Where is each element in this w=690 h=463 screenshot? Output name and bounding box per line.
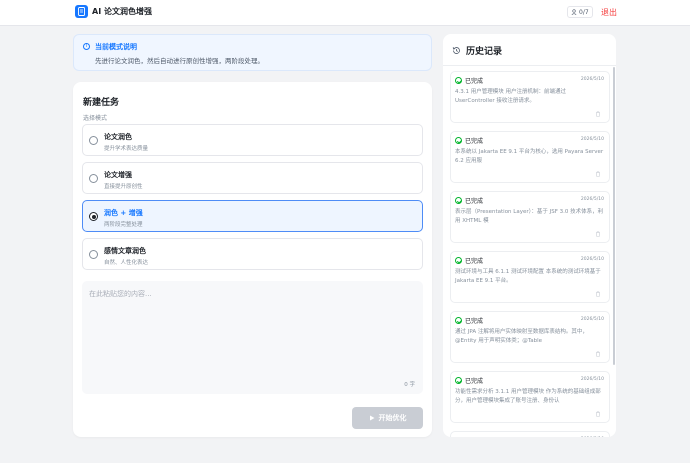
history-date: 2026/5/10 [580, 197, 604, 202]
history-snippet: 表示层（Presentation Layer）：基于 JSF 3.0 技术体系，… [455, 209, 604, 224]
content-input[interactable]: 在此粘贴您的内容... 0 字 [82, 281, 423, 394]
history-item[interactable]: 已完成 2026/5/10 通过 JPA 注解将用户实体映射至数据库表结构。其中，@… [450, 311, 610, 363]
radio-button[interactable] [89, 250, 98, 259]
notice-title: 当前模式说明 [95, 43, 137, 51]
check-circle-icon [455, 77, 462, 84]
status: 已完成 [455, 376, 483, 385]
status: 已完成 [455, 196, 483, 205]
radio-button-selected[interactable] [89, 212, 98, 221]
logout-button[interactable]: 退出 [601, 7, 617, 18]
task-title: 新建任务 [83, 98, 120, 108]
start-optimize-button[interactable]: 开始优化 [352, 407, 423, 429]
trash-icon[interactable] [595, 231, 601, 237]
status: 已完成 [455, 316, 483, 325]
history-item[interactable]: 已完成 2026/5/10 表示层（Presentation Layer）：基于 J… [450, 191, 610, 243]
status-text: 已完成 [465, 78, 484, 85]
history-snippet: 4.3.1 用户管理模块 用户注册机制：前端通过UserController 接… [455, 89, 566, 104]
check-circle-icon [455, 377, 462, 384]
option-title: 感情文章润色 [104, 247, 146, 255]
option-desc: 直接提升原创性 [104, 184, 143, 190]
status-text: 已完成 [465, 378, 484, 385]
status: 已完成 [455, 76, 483, 85]
history-date: 2026/5/10 [580, 77, 604, 82]
user-icon [571, 9, 577, 15]
char-counter: 0 字 [404, 382, 415, 388]
history-item[interactable]: 已完成 2026/5/10 本系统以 Jakarta EE 9.1 平台为核心，选用… [450, 131, 610, 183]
usage-count: 0/7 [579, 8, 589, 16]
usage-counter: 0/7 [567, 6, 593, 18]
trash-icon[interactable] [595, 291, 601, 297]
start-label: 开始优化 [378, 414, 407, 422]
history-snippet: 本系统以 Jakarta EE 9.1 平台为核心，选用 Payara Serv… [455, 149, 604, 164]
history-item[interactable]: 已完成2026/5/10 [450, 431, 610, 437]
mode-label: 选择模式 [83, 115, 108, 122]
app-title: AI 论文润色增强 [92, 7, 152, 16]
history-date: 2026/5/10 [580, 377, 604, 382]
radio-button[interactable] [89, 174, 98, 183]
option-title: 论文润色 [104, 133, 132, 141]
history-icon [452, 47, 460, 54]
history-header: 历史记录 [452, 44, 502, 57]
scrollbar[interactable] [613, 67, 615, 365]
trash-icon[interactable] [595, 351, 601, 357]
trash-icon[interactable] [595, 171, 601, 177]
notice-text: 先进行论文润色，然后自动进行原创性增强，两阶段处理。 [95, 57, 264, 65]
history-panel: 历史记录 已完成 2026/5/10 4.3.1 用户管理模块 用户注册机制：前端通… [443, 34, 616, 437]
history-date: 2026/5/10 [580, 137, 604, 142]
mode-option-polish-enhance[interactable]: 润色 + 增强 两阶段完整处理 [82, 200, 423, 232]
status: 已完成 [455, 136, 483, 145]
status: 已完成 [455, 436, 483, 437]
mode-option-enhance[interactable]: 论文增强 直接提升原创性 [82, 162, 423, 194]
option-desc: 自然、人性化表达 [104, 260, 149, 266]
divider [443, 65, 616, 66]
mode-notice: i 当前模式说明 先进行论文润色，然后自动进行原创性增强，两阶段处理。 [73, 34, 432, 71]
check-circle-icon [455, 137, 462, 144]
history-date: 2026/5/10 [580, 317, 604, 322]
history-snippet: 测试环境与工具 6.1.1 测试环境配置 本系统的测试环境基于 Jakarta … [455, 269, 601, 284]
status-text: 已完成 [465, 138, 484, 145]
history-date: 2026/5/10 [580, 257, 604, 262]
input-placeholder: 在此粘贴您的内容... [89, 290, 152, 298]
mode-option-emotional[interactable]: 感情文章润色 自然、人性化表达 [82, 238, 423, 270]
history-snippet: 通过 JPA 注解将用户实体映射至数据库表结构。其中，@Entity 用于声明实… [455, 329, 588, 344]
option-title: 论文增强 [104, 171, 132, 179]
info-icon: i [83, 43, 90, 50]
document-icon [75, 5, 88, 18]
history-snippet: 功能性需求分析 3.1.1 用户管理模块 作为系统的基础组成部分，用户管理模块集… [455, 389, 601, 404]
top-bar: AI 论文润色增强 0/7 退出 [0, 0, 690, 26]
history-item[interactable]: 已完成 2026/5/10 功能性需求分析 3.1.1 用户管理模块 作为系统的基础… [450, 371, 610, 423]
check-circle-icon [455, 197, 462, 204]
status-text: 已完成 [465, 258, 484, 265]
option-title: 润色 + 增强 [104, 209, 143, 217]
status: 已完成 [455, 256, 483, 265]
status-text: 已完成 [465, 436, 483, 437]
status-text: 已完成 [465, 198, 484, 205]
history-item[interactable]: 已完成 2026/5/10 测试环境与工具 6.1.1 测试环境配置 本系统的测试环… [450, 251, 610, 303]
new-task-panel: 新建任务 选择模式 论文润色 提升学术表达质量 论文增强 直接提升原创性 润色 … [73, 82, 432, 437]
history-item[interactable]: 已完成 2026/5/10 4.3.1 用户管理模块 用户注册机制：前端通过User… [450, 71, 610, 123]
option-desc: 两阶段完整处理 [104, 222, 143, 228]
play-icon [369, 415, 374, 421]
radio-button[interactable] [89, 136, 98, 145]
trash-icon[interactable] [595, 111, 601, 117]
check-circle-icon [455, 257, 462, 264]
mode-option-polish[interactable]: 论文润色 提升学术表达质量 [82, 124, 423, 156]
option-desc: 提升学术表达质量 [104, 146, 149, 152]
status-text: 已完成 [465, 318, 484, 325]
check-circle-icon [455, 317, 462, 324]
trash-icon[interactable] [595, 411, 601, 417]
history-title: 历史记录 [466, 47, 503, 57]
